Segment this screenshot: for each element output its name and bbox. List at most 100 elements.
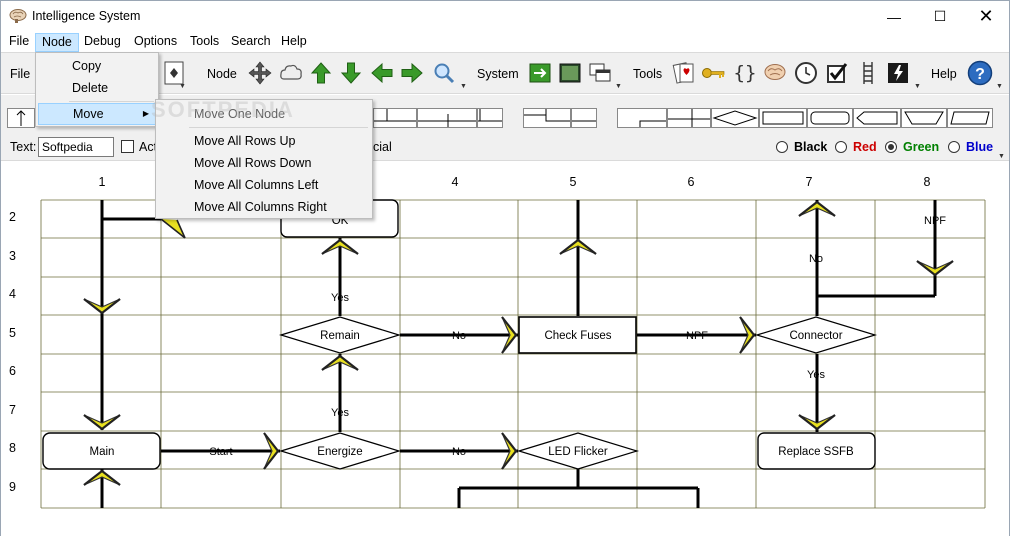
title-bar: Intelligence System — ☐ ✕ bbox=[1, 1, 1009, 32]
menu-node[interactable]: Node bbox=[35, 33, 79, 52]
shape-arrow-up[interactable] bbox=[7, 108, 35, 128]
radio-blue-label: Blue bbox=[966, 140, 994, 154]
softpedia-watermark: SOFTPEDIA bbox=[151, 97, 295, 122]
menu-item-move[interactable]: Move ▶ bbox=[38, 103, 156, 125]
menu-item-move-columns-left[interactable]: Move All Columns Left bbox=[158, 174, 370, 196]
card-dropdown-icon[interactable]: ▼ bbox=[179, 83, 186, 90]
shape-cross-line[interactable] bbox=[417, 108, 477, 128]
terminal-icon[interactable] bbox=[557, 60, 583, 86]
menu-item-move-rows-up[interactable]: Move All Rows Up bbox=[158, 130, 370, 152]
shape-rounded-rect[interactable] bbox=[807, 108, 853, 128]
text-label: Text: bbox=[10, 140, 37, 154]
checkbox-icon[interactable] bbox=[824, 60, 850, 86]
minimize-button[interactable]: — bbox=[871, 1, 917, 32]
shape-line-h[interactable] bbox=[477, 108, 503, 128]
shape-hexagon[interactable] bbox=[853, 108, 901, 128]
submenu-arrow-icon: ▶ bbox=[142, 109, 149, 118]
toolbar-node-label: Node bbox=[207, 67, 237, 81]
edge-label: Yes bbox=[331, 407, 349, 419]
menu-help[interactable]: Help bbox=[275, 33, 313, 52]
shape-diamond[interactable] bbox=[711, 108, 759, 128]
checkbox-special-label: cial bbox=[373, 140, 392, 154]
menu-options[interactable]: Options bbox=[128, 33, 183, 52]
clock-icon[interactable] bbox=[793, 60, 819, 86]
arrow-down-icon[interactable] bbox=[338, 60, 364, 86]
ladder-icon[interactable] bbox=[855, 60, 881, 86]
menu-debug[interactable]: Debug bbox=[78, 33, 127, 52]
key-icon[interactable] bbox=[701, 60, 727, 86]
system-dropdown-icon[interactable]: ▼ bbox=[615, 83, 622, 90]
text-options-bar: Text: Act cial Black Red Green Blue ▼ bbox=[1, 135, 1009, 161]
edge-label: No bbox=[452, 446, 466, 458]
node-connector-label: Connector bbox=[789, 330, 842, 342]
menu-item-copy[interactable]: Copy bbox=[38, 55, 156, 77]
menu-search[interactable]: Search bbox=[225, 33, 277, 52]
menu-item-delete[interactable]: Delete bbox=[38, 77, 156, 99]
menu-file[interactable]: File bbox=[3, 33, 35, 52]
color-dropdown-icon[interactable]: ▼ bbox=[998, 153, 1005, 160]
run-icon[interactable] bbox=[527, 60, 553, 86]
checkbox-act[interactable] bbox=[121, 140, 134, 153]
help-icon[interactable]: ? bbox=[967, 60, 993, 86]
menu-separator bbox=[189, 127, 368, 128]
windows-icon[interactable] bbox=[587, 60, 613, 86]
close-icon: ✕ bbox=[978, 6, 994, 26]
arrow-left-icon[interactable] bbox=[369, 60, 395, 86]
node-check-fuses-label: Check Fuses bbox=[544, 330, 611, 342]
help-dropdown-icon[interactable]: ▼ bbox=[996, 83, 1003, 90]
braces-icon[interactable]: {} bbox=[732, 60, 758, 86]
radio-black-label: Black bbox=[794, 140, 828, 154]
brain-icon[interactable] bbox=[762, 60, 788, 86]
edge-label: Yes bbox=[807, 369, 825, 381]
shape-cross-full[interactable] bbox=[667, 108, 711, 128]
text-input[interactable] bbox=[38, 137, 114, 157]
maximize-button[interactable]: ☐ bbox=[917, 1, 963, 32]
arrow-up-icon[interactable] bbox=[308, 60, 334, 86]
menu-bar: File Node Debug Options Tools Search Hel… bbox=[1, 32, 1009, 52]
tools-dropdown-icon[interactable]: ▼ bbox=[914, 83, 921, 90]
shape-rectangle[interactable] bbox=[759, 108, 807, 128]
brain-app-icon bbox=[9, 9, 27, 23]
edge-label: NPF bbox=[924, 215, 946, 227]
toolbar-file-label: File bbox=[10, 67, 31, 81]
edge-label: Yes bbox=[331, 292, 349, 304]
shape-corner-line[interactable] bbox=[617, 108, 667, 128]
minimize-icon: — bbox=[887, 8, 901, 25]
move-cross-icon[interactable] bbox=[247, 60, 273, 86]
toolbar-system-label: System bbox=[477, 67, 519, 81]
radio-black[interactable] bbox=[776, 141, 788, 153]
menu-item-move-columns-right[interactable]: Move All Columns Right bbox=[158, 196, 370, 218]
svg-text:?: ? bbox=[975, 66, 985, 83]
cloud-icon[interactable] bbox=[278, 60, 304, 86]
app-window: Intelligence System — ☐ ✕ File Node Debu… bbox=[0, 0, 1010, 536]
menu-item-move-rows-down[interactable]: Move All Rows Down bbox=[158, 152, 370, 174]
radio-green[interactable] bbox=[885, 141, 897, 153]
flowchart-canvas[interactable]: 1 4 5 6 7 8 2 3 4 5 6 7 8 9 OK Remain Ch… bbox=[1, 162, 1009, 536]
edge-label: No bbox=[452, 330, 466, 342]
radio-green-label: Green bbox=[903, 140, 940, 154]
arrowhead bbox=[160, 218, 186, 239]
radio-blue[interactable] bbox=[948, 141, 960, 153]
node-dropdown-icon[interactable]: ▼ bbox=[460, 83, 467, 90]
window-title: Intelligence System bbox=[32, 9, 141, 23]
flowchart-svg: OK Remain Check Fuses Connector Main Ene… bbox=[40, 199, 986, 509]
radio-red[interactable] bbox=[835, 141, 847, 153]
shape-parallelogram[interactable] bbox=[947, 108, 993, 128]
magnifier-icon[interactable] bbox=[431, 60, 457, 86]
shape-tee-down[interactable] bbox=[373, 108, 417, 128]
node-led-flicker-label: LED Flicker bbox=[548, 446, 608, 458]
shape-trapezoid[interactable] bbox=[901, 108, 947, 128]
playing-cards-icon[interactable] bbox=[671, 60, 697, 86]
shape-step-line[interactable] bbox=[523, 108, 571, 128]
node-energize-label: Energize bbox=[317, 446, 362, 458]
edge-label: Start bbox=[209, 446, 232, 458]
shape-line-end[interactable] bbox=[571, 108, 597, 128]
menu-tools[interactable]: Tools bbox=[184, 33, 225, 52]
node-remain-label: Remain bbox=[320, 330, 360, 342]
lightning-icon[interactable] bbox=[885, 60, 911, 86]
node-main-label: Main bbox=[90, 446, 115, 458]
arrow-right-icon[interactable] bbox=[399, 60, 425, 86]
maximize-icon: ☐ bbox=[933, 8, 947, 24]
menu-item-move-label: Move bbox=[73, 107, 104, 121]
close-button[interactable]: ✕ bbox=[963, 1, 1009, 32]
